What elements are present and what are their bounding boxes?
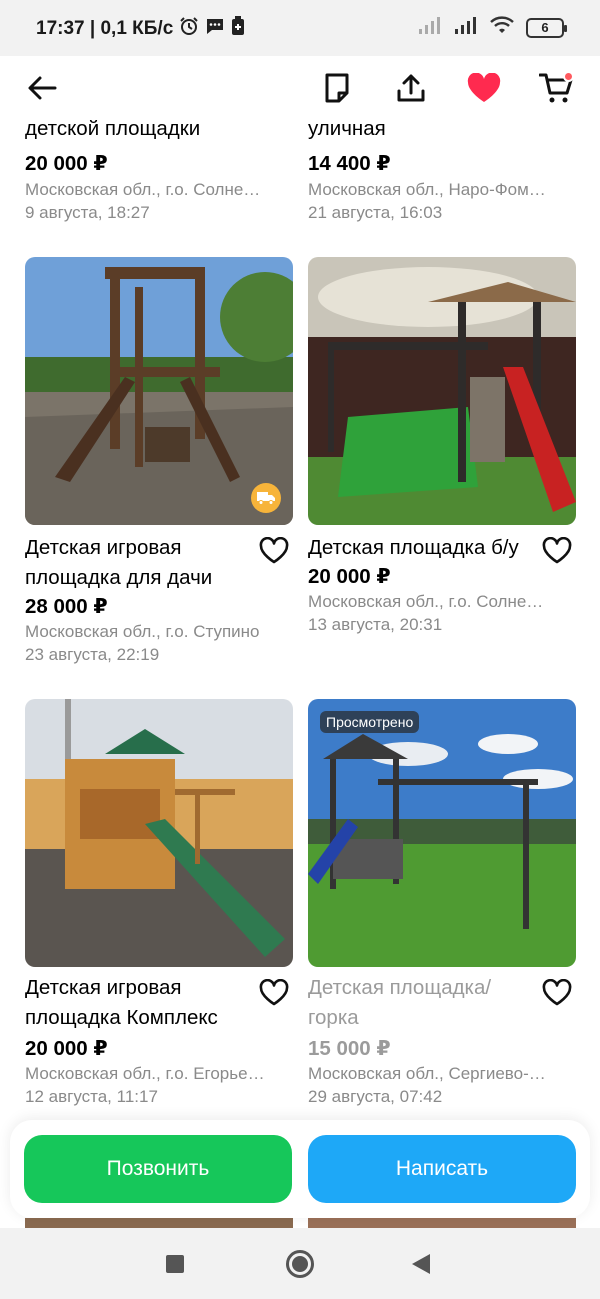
heart-outline-icon	[259, 978, 289, 1006]
system-nav-bar	[0, 1228, 600, 1299]
title-line: горка	[308, 1006, 359, 1029]
listing-title[interactable]: Детская площадка/ горка	[308, 973, 538, 1033]
share-button[interactable]	[389, 66, 433, 110]
listing-price: 15 000 ₽	[308, 1037, 391, 1060]
listing-price: 28 000 ₽	[25, 595, 108, 618]
favorite-toggle[interactable]	[542, 536, 574, 567]
listing-photo[interactable]	[308, 257, 576, 525]
favorite-button[interactable]	[462, 66, 506, 110]
viewed-badge: Просмотрено	[320, 711, 420, 733]
status-time-speed: 17:37 | 0,1 КБ/с	[36, 18, 174, 39]
delivery-truck-icon	[257, 492, 275, 505]
heart-outline-icon	[542, 978, 572, 1006]
listing-location: Московская обл., Сергиево-…	[308, 1064, 546, 1083]
listing-date: 21 августа, 16:03	[308, 203, 443, 222]
listing-date: 23 августа, 22:19	[25, 645, 160, 664]
title-line: Детская площадка/	[308, 976, 492, 999]
heart-outline-icon	[259, 536, 289, 564]
battery-saver-icon	[231, 16, 245, 42]
share-icon	[397, 74, 425, 102]
back-triangle-icon[interactable]	[412, 1254, 430, 1279]
top-toolbar	[0, 56, 600, 120]
listing-title[interactable]: Детская игровая площадка Комплекс	[25, 973, 255, 1033]
listing-location: Московская обл., г.о. Ступино	[25, 622, 260, 641]
status-left: 17:37 | 0,1 КБ/с	[36, 16, 245, 42]
listing-location: Московская обл., г.о. Егорье…	[25, 1064, 265, 1083]
listing-date: 13 августа, 20:31	[308, 615, 443, 634]
title-clip: уличная	[308, 120, 576, 148]
title-clip: детской площадки	[25, 120, 293, 148]
home-circle-icon[interactable]	[286, 1250, 314, 1278]
listing-date: 29 августа, 07:42	[308, 1087, 443, 1106]
listing-title[interactable]: детской площадки	[25, 120, 255, 144]
listing-date: 12 августа, 11:17	[25, 1087, 158, 1106]
listing-photo-peek	[25, 1218, 293, 1228]
listing-photo-peek	[308, 1218, 576, 1228]
listing-price: 14 400 ₽	[308, 152, 391, 175]
listing-location: Московская обл., г.о. Солне…	[308, 592, 544, 611]
message-icon	[205, 17, 225, 41]
favorite-toggle[interactable]	[542, 978, 574, 1009]
listing-photo[interactable]: Просмотрено	[308, 699, 576, 967]
title-line: Детская игровая	[25, 536, 182, 559]
arrow-left-icon	[28, 76, 57, 100]
status-bar: 17:37 | 0,1 КБ/с 6	[0, 0, 600, 56]
listing-price: 20 000 ₽	[25, 1037, 108, 1060]
heart-outline-icon	[542, 536, 572, 564]
note-icon	[325, 73, 349, 103]
wifi-icon	[490, 16, 514, 39]
listing-location: Московская обл., г.о. Солне…	[25, 180, 261, 199]
cart-button[interactable]	[534, 66, 578, 110]
listing-title[interactable]: Детская игровая площадка для дачи	[25, 533, 255, 593]
listing-photo[interactable]	[25, 257, 293, 525]
battery-level: 6	[541, 20, 549, 35]
title-line: Детская игровая	[25, 976, 182, 999]
home-dot	[292, 1256, 308, 1272]
call-button[interactable]: Позвонить	[24, 1135, 292, 1203]
alarm-icon	[179, 16, 199, 42]
listing-price: 20 000 ₽	[25, 152, 108, 175]
contact-action-panel: Позвонить Написать	[10, 1120, 590, 1218]
message-button[interactable]: Написать	[308, 1135, 576, 1203]
cart-badge-dot	[563, 71, 574, 82]
listing-photo[interactable]	[25, 699, 293, 967]
listing-title[interactable]: уличная	[308, 120, 538, 144]
favorite-toggle[interactable]	[259, 978, 291, 1009]
signal-icon	[454, 16, 478, 39]
favorite-toggle[interactable]	[259, 536, 291, 567]
back-button[interactable]	[20, 66, 64, 110]
battery-icon: 6	[526, 17, 567, 38]
recents-square-icon[interactable]	[166, 1255, 184, 1273]
listing-price: 20 000 ₽	[308, 565, 391, 588]
heart-filled-icon	[467, 73, 501, 102]
delivery-badge	[251, 483, 281, 513]
listing-title[interactable]: Детская площадка б/у	[308, 533, 538, 563]
signal-icon	[418, 16, 442, 39]
title-line: площадка для дачи	[25, 566, 213, 589]
listing-location: Московская обл., Наро-Фом…	[308, 180, 546, 199]
title-line: площадка Комплекс	[25, 1006, 218, 1029]
status-right: 6	[418, 16, 567, 39]
listing-date: 9 августа, 18:27	[25, 203, 150, 222]
note-button[interactable]	[315, 66, 359, 110]
